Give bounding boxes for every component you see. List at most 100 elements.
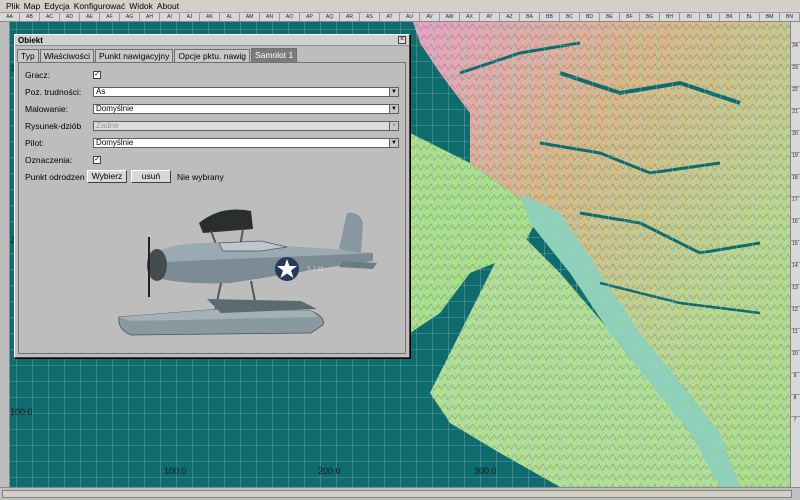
wybierz-button[interactable]: Wybierz	[87, 170, 127, 183]
pilot-select[interactable]: Domyślnie ▼	[93, 137, 399, 148]
col-label: AT	[380, 13, 400, 21]
oznaczenia-checkbox[interactable]: ✓	[93, 155, 101, 164]
col-label: AZ	[500, 13, 520, 21]
gracz-checkbox[interactable]: ✓	[93, 70, 101, 79]
col-label: AB	[20, 13, 40, 21]
col-label: BF	[620, 13, 640, 21]
trudnosc-row: Poz. trudności: As ▼	[25, 86, 399, 97]
tab-typ[interactable]: Typ	[17, 49, 39, 62]
col-label: AL	[220, 13, 240, 21]
col-label: AN	[260, 13, 280, 21]
col-label: BJ	[700, 13, 720, 21]
row-label: 16	[790, 218, 800, 225]
col-label: AD	[60, 13, 80, 21]
col-label: AE	[80, 13, 100, 21]
tab-wlasciwosci[interactable]: Właściwości	[39, 49, 94, 62]
dialog-tabs: Typ Właściwości Punkt nawigacyjny Opcje …	[15, 46, 409, 62]
col-label: AK	[200, 13, 220, 21]
object-dialog: Obiekt × Typ Właściwości Punkt nawigacyj…	[14, 34, 410, 358]
col-label: BC	[560, 13, 580, 21]
col-label: AY	[480, 13, 500, 21]
trudnosc-select[interactable]: As ▼	[93, 86, 399, 97]
col-label: AH	[140, 13, 160, 21]
gracz-row: Gracz: ✓	[25, 69, 399, 80]
dropdown-arrow-icon[interactable]: ▼	[389, 138, 398, 147]
row-label: 22	[790, 86, 800, 93]
row-label: 13	[790, 284, 800, 291]
oznaczenia-row: Oznaczenia: ✓	[25, 154, 399, 165]
col-label: AC	[40, 13, 60, 21]
row-label: 21	[790, 108, 800, 115]
col-label: AO	[280, 13, 300, 21]
aircraft-preview: 2-J-11	[118, 209, 377, 336]
row-label: 11	[790, 328, 800, 335]
rysunek-select: Żadne ▼	[93, 120, 399, 131]
menu-map[interactable]: Map	[24, 1, 41, 11]
close-icon[interactable]: ×	[398, 36, 406, 44]
col-label: BE	[600, 13, 620, 21]
row-label: 8	[790, 394, 800, 401]
tab-punkt-nawigacyjny[interactable]: Punkt nawigacyjny	[94, 49, 174, 62]
row-label: 18	[790, 174, 800, 181]
rysunek-value: Żadne	[96, 120, 119, 130]
dialog-titlebar[interactable]: Obiekt ×	[15, 35, 409, 46]
y-axis-label: 100.0	[10, 407, 33, 417]
malowanie-label: Malowanie:	[25, 103, 68, 114]
malowanie-row: Malowanie: Domyślnie ▼	[25, 103, 399, 114]
punkt-status: Nie wybrany	[177, 172, 224, 182]
row-label: 14	[790, 262, 800, 269]
col-label: AW	[440, 13, 460, 21]
menu-bar: Plik Map Edycja Konfigurować Widok About	[0, 0, 800, 13]
x-axis-label: 200.0	[318, 466, 341, 476]
x-axis-label: 100.0	[164, 466, 187, 476]
gracz-label: Gracz:	[25, 69, 51, 80]
col-label: AP	[300, 13, 320, 21]
row-label: 20	[790, 130, 800, 137]
col-label: BM	[760, 13, 780, 21]
row-label: 24	[790, 42, 800, 49]
row-label: 10	[790, 350, 800, 357]
row-label: 15	[790, 240, 800, 247]
pilot-row: Pilot: Domyślnie ▼	[25, 137, 399, 148]
col-label: BN	[780, 13, 800, 21]
tab-samolot-1[interactable]: Samolot 1	[250, 48, 298, 62]
x-axis-label: 300.0	[474, 466, 497, 476]
col-label: BA	[520, 13, 540, 21]
dropdown-arrow-icon[interactable]: ▼	[389, 87, 398, 96]
row-label: 12	[790, 306, 800, 313]
row-label: 7	[790, 416, 800, 423]
pilot-label: Pilot:	[25, 137, 44, 148]
usun-button[interactable]: usuń	[131, 170, 171, 183]
col-label: BB	[540, 13, 560, 21]
col-label: AU	[400, 13, 420, 21]
pilot-value: Domyślnie	[96, 137, 134, 147]
col-label: AV	[420, 13, 440, 21]
tab-panel: Gracz: ✓ Poz. trudności: As ▼ Malowanie:…	[18, 62, 406, 354]
dropdown-arrow-icon[interactable]: ▼	[389, 104, 398, 113]
trudnosc-label: Poz. trudności:	[25, 86, 82, 97]
col-label: AX	[460, 13, 480, 21]
column-ruler: AA AB AC AD AE AF AG AH AI AJ AK AL AM A…	[0, 13, 800, 22]
malowanie-select[interactable]: Domyślnie ▼	[93, 103, 399, 114]
menu-plik[interactable]: Plik	[6, 1, 20, 11]
col-label: BL	[740, 13, 760, 21]
tab-opcje-pktu-nawig[interactable]: Opcje pktu. nawig	[174, 49, 250, 62]
col-label: AF	[100, 13, 120, 21]
plane-marking: 2-J-11	[307, 267, 324, 273]
rysunek-label: Rysunek-dziób	[25, 120, 82, 131]
punkt-label: Punkt odrodzenia	[25, 172, 85, 182]
menu-about[interactable]: About	[157, 1, 179, 11]
menu-edycja[interactable]: Edycja	[44, 1, 70, 11]
row-label: 19	[790, 152, 800, 159]
malowanie-value: Domyślnie	[96, 103, 134, 113]
scrollbar-thumb[interactable]	[2, 490, 792, 498]
col-label: AR	[340, 13, 360, 21]
menu-konfigurowac[interactable]: Konfigurować	[74, 1, 126, 11]
menu-widok[interactable]: Widok	[129, 1, 153, 11]
oznaczenia-label: Oznaczenia:	[25, 154, 73, 165]
col-label: AQ	[320, 13, 340, 21]
col-label: BI	[680, 13, 700, 21]
col-label: BK	[720, 13, 740, 21]
horizontal-scrollbar[interactable]	[0, 487, 800, 500]
col-label: BD	[580, 13, 600, 21]
